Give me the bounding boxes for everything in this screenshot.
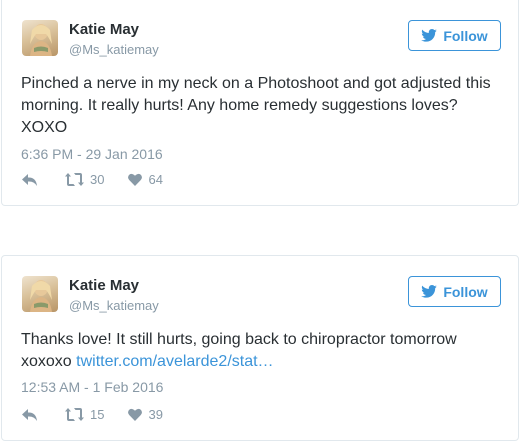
- like-count: 39: [148, 407, 163, 422]
- tweet-text: Pinched a nerve in my neck on a Photosho…: [21, 75, 491, 136]
- user-handle[interactable]: @Ms_katiemay: [69, 298, 159, 313]
- reply-icon: [22, 408, 37, 421]
- display-name[interactable]: Katie May: [69, 277, 139, 294]
- follow-label: Follow: [443, 283, 488, 300]
- reply-button[interactable]: [22, 408, 38, 422]
- retweet-button[interactable]: 30: [65, 172, 104, 187]
- timestamp[interactable]: 6:36 PM - 29 Jan 2016: [21, 146, 163, 162]
- twitter-bird-icon: [421, 29, 438, 42]
- avatar[interactable]: [22, 276, 58, 312]
- timestamp[interactable]: 12:53 AM - 1 Feb 2016: [21, 379, 163, 395]
- heart-icon: [128, 173, 143, 186]
- tweet-text: Thanks love! It still hurts, going back …: [21, 331, 457, 370]
- tweet-actions: 15 39: [22, 407, 163, 422]
- reply-button[interactable]: [22, 173, 38, 187]
- avatar[interactable]: [22, 20, 58, 56]
- retweet-icon: [65, 408, 84, 421]
- like-button[interactable]: 39: [128, 407, 163, 422]
- follow-button[interactable]: Follow: [408, 20, 501, 51]
- retweet-count: 30: [90, 172, 105, 187]
- heart-icon: [128, 408, 143, 421]
- retweet-icon: [65, 173, 84, 186]
- user-handle[interactable]: @Ms_katiemay: [69, 42, 159, 57]
- follow-label: Follow: [443, 27, 488, 44]
- tweet-link[interactable]: twitter.com/avelarde2/stat…: [76, 353, 273, 370]
- follow-button[interactable]: Follow: [408, 276, 501, 307]
- tweet-actions: 30 64: [22, 172, 163, 187]
- retweet-count: 15: [90, 407, 105, 422]
- tweet-card: Katie May @Ms_katiemay Follow Thanks lov…: [1, 255, 519, 441]
- tweet-card: Katie May @Ms_katiemay Follow Pinched a …: [1, 0, 519, 206]
- like-count: 64: [148, 172, 163, 187]
- display-name[interactable]: Katie May: [69, 21, 139, 38]
- reply-icon: [22, 173, 37, 186]
- like-button[interactable]: 64: [128, 172, 163, 187]
- retweet-button[interactable]: 15: [65, 407, 104, 422]
- twitter-bird-icon: [421, 285, 438, 298]
